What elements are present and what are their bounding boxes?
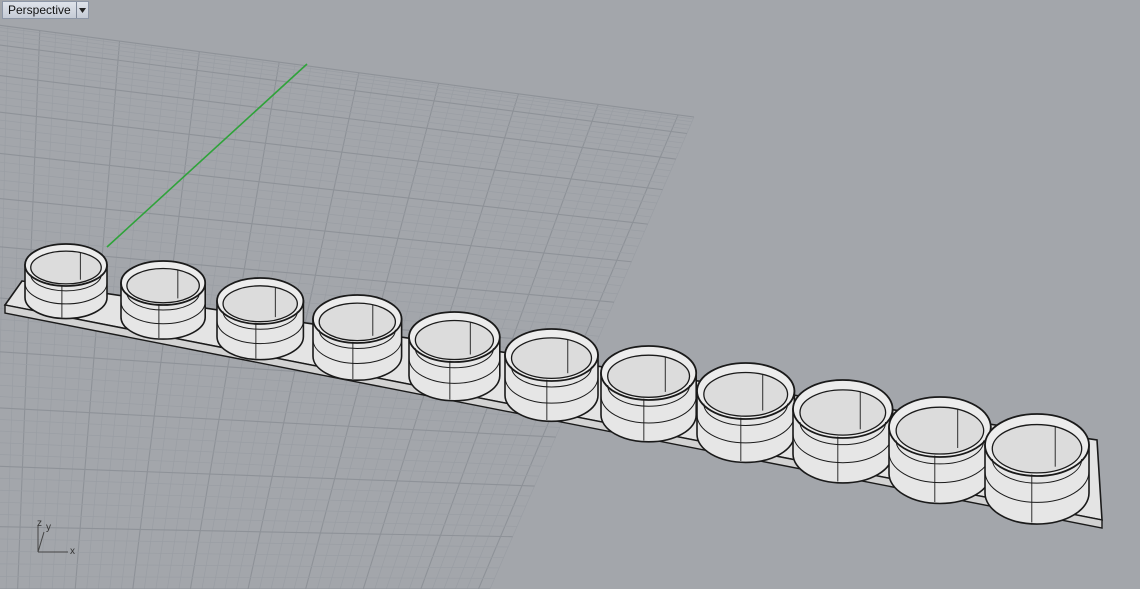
z-axis-label: z (37, 518, 42, 529)
ring-holder[interactable] (984, 413, 1090, 525)
triangle-down-icon[interactable] (75, 2, 88, 18)
ring-holder[interactable] (696, 362, 796, 464)
y-axis-label: y (46, 522, 51, 533)
ring-holder[interactable] (504, 328, 599, 423)
ring-holder[interactable] (792, 379, 894, 484)
ring-holder[interactable] (408, 311, 501, 402)
ring-holder[interactable] (312, 294, 403, 381)
axis-gizmo: x y z (32, 518, 80, 558)
viewport-title[interactable]: Perspective (3, 2, 76, 18)
perspective-viewport[interactable]: Perspective x y z (0, 0, 1140, 589)
ring-holder[interactable] (120, 260, 207, 340)
3d-scene[interactable] (0, 0, 1140, 589)
ring-holder[interactable] (888, 396, 992, 505)
ring-holder[interactable] (600, 345, 698, 443)
ring-holder[interactable] (24, 243, 108, 320)
ring-holder[interactable] (216, 277, 305, 361)
viewport-title-tab[interactable]: Perspective (2, 1, 89, 19)
x-axis-label: x (70, 546, 75, 557)
